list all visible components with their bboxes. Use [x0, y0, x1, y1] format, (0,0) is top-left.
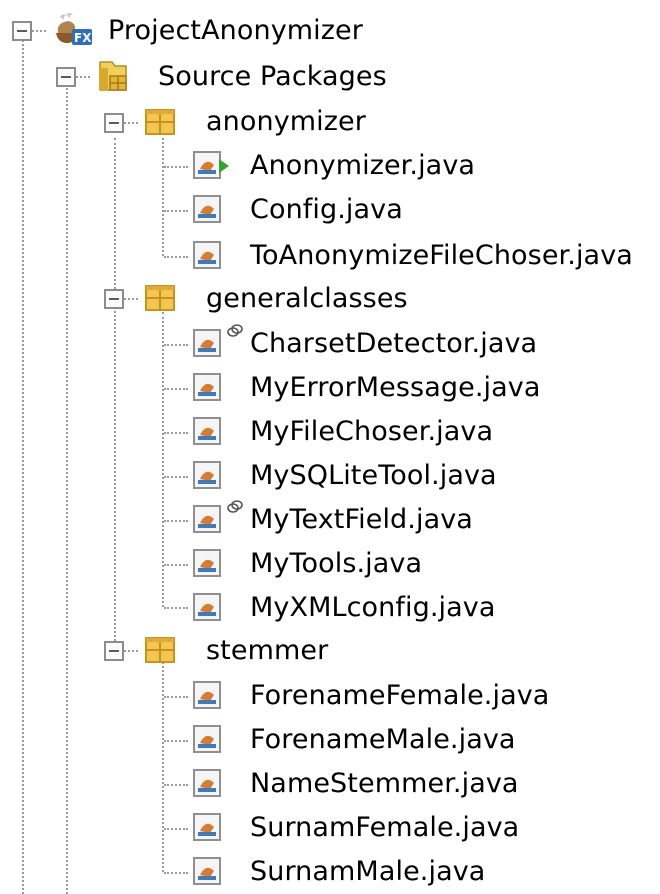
java-class-icon — [193, 769, 221, 797]
tree-connector — [164, 520, 188, 522]
java-class-icon — [193, 549, 221, 577]
tree-connector — [76, 76, 90, 78]
tree-connector — [124, 298, 138, 300]
tree-connector — [164, 784, 188, 786]
java-class-icon — [193, 681, 221, 709]
file-label[interactable]: ToAnonymizeFileChoser.java — [250, 236, 633, 276]
file-label[interactable]: MyFileChoser.java — [250, 412, 493, 452]
tree-guide-root — [22, 40, 24, 894]
java-fx-project-icon: FX — [56, 12, 92, 45]
tree-connector — [164, 256, 188, 258]
collapse-toggle-anonymizer[interactable] — [104, 113, 124, 133]
source-packages-label[interactable]: Source Packages — [158, 57, 387, 97]
java-class-icon — [193, 725, 221, 753]
tree-guide-stemmer — [162, 662, 164, 872]
tree-guide-packages — [114, 138, 116, 653]
tree-connector — [164, 828, 188, 830]
tree-connector — [164, 344, 188, 346]
tree-guide-anonymizer — [162, 138, 164, 256]
file-label[interactable]: Config.java — [250, 190, 403, 230]
collapse-toggle-generalclasses[interactable] — [104, 289, 124, 309]
tree-connector — [124, 650, 138, 652]
java-class-icon — [193, 461, 221, 489]
java-class-icon — [193, 813, 221, 841]
file-label[interactable]: MyTools.java — [250, 544, 422, 584]
tree-connector — [164, 564, 188, 566]
file-label[interactable]: Anonymizer.java — [250, 146, 475, 186]
file-label[interactable]: NameStemmer.java — [250, 764, 519, 804]
collapse-toggle-stemmer[interactable] — [104, 641, 124, 661]
file-label[interactable]: CharsetDetector.java — [250, 324, 537, 364]
tree-connector — [124, 122, 138, 124]
file-label[interactable]: SurnamFemale.java — [250, 808, 519, 848]
source-packages-folder-icon — [99, 61, 127, 91]
tree-connector — [164, 696, 188, 698]
java-class-icon — [193, 195, 221, 223]
package-label[interactable]: stemmer — [206, 631, 328, 671]
tree-guide-source — [66, 88, 68, 894]
tree-connector — [164, 476, 188, 478]
project-tree: FX ProjectAnonymizer Source Packages ano… — [0, 0, 660, 894]
file-label[interactable]: MyXMLconfig.java — [250, 588, 495, 628]
file-label[interactable]: MySQLiteTool.java — [250, 456, 497, 496]
collapse-toggle-source-packages[interactable] — [56, 67, 76, 87]
tree-connector — [164, 872, 188, 874]
java-class-icon — [193, 241, 221, 269]
java-class-icon — [193, 329, 221, 357]
java-class-icon — [193, 417, 221, 445]
tree-connector — [164, 432, 188, 434]
java-class-icon — [193, 857, 221, 885]
java-class-icon — [193, 373, 221, 401]
tree-connector — [32, 30, 46, 32]
tree-connector — [164, 388, 188, 390]
package-icon — [145, 285, 175, 311]
project-label[interactable]: ProjectAnonymizer — [108, 11, 363, 51]
file-label[interactable]: SurnamMale.java — [250, 852, 485, 892]
file-label[interactable]: MyTextField.java — [250, 500, 473, 540]
file-label[interactable]: MyErrorMessage.java — [250, 368, 540, 408]
tree-connector — [164, 210, 188, 212]
collapse-toggle-project[interactable] — [12, 21, 32, 41]
tree-guide-generalclasses — [162, 312, 164, 607]
package-label[interactable]: anonymizer — [206, 102, 366, 142]
file-label[interactable]: ForenameMale.java — [250, 720, 516, 760]
tree-connector — [164, 740, 188, 742]
package-label[interactable]: generalclasses — [206, 279, 408, 319]
package-icon — [145, 637, 175, 663]
java-class-icon — [193, 505, 221, 533]
package-icon — [145, 109, 175, 135]
tree-connector — [164, 607, 188, 609]
tree-connector — [164, 166, 188, 168]
java-main-class-icon — [193, 151, 229, 179]
link-badge-icon — [227, 324, 243, 337]
file-label[interactable]: ForenameFemale.java — [250, 676, 549, 716]
java-class-icon — [193, 593, 221, 621]
svg-text:FX: FX — [74, 31, 92, 45]
link-badge-icon — [227, 500, 243, 513]
